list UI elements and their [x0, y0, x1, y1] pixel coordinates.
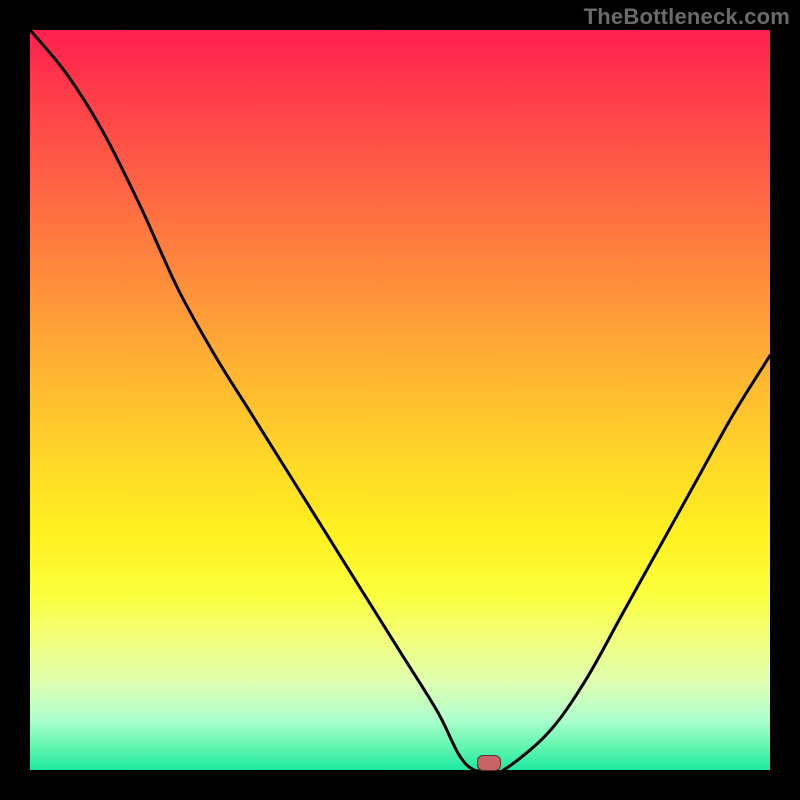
optimal-point-marker: [477, 755, 501, 771]
bottleneck-curve: [30, 30, 770, 770]
bottleneck-chart: TheBottleneck.com: [0, 0, 800, 800]
watermark-text: TheBottleneck.com: [584, 4, 790, 30]
